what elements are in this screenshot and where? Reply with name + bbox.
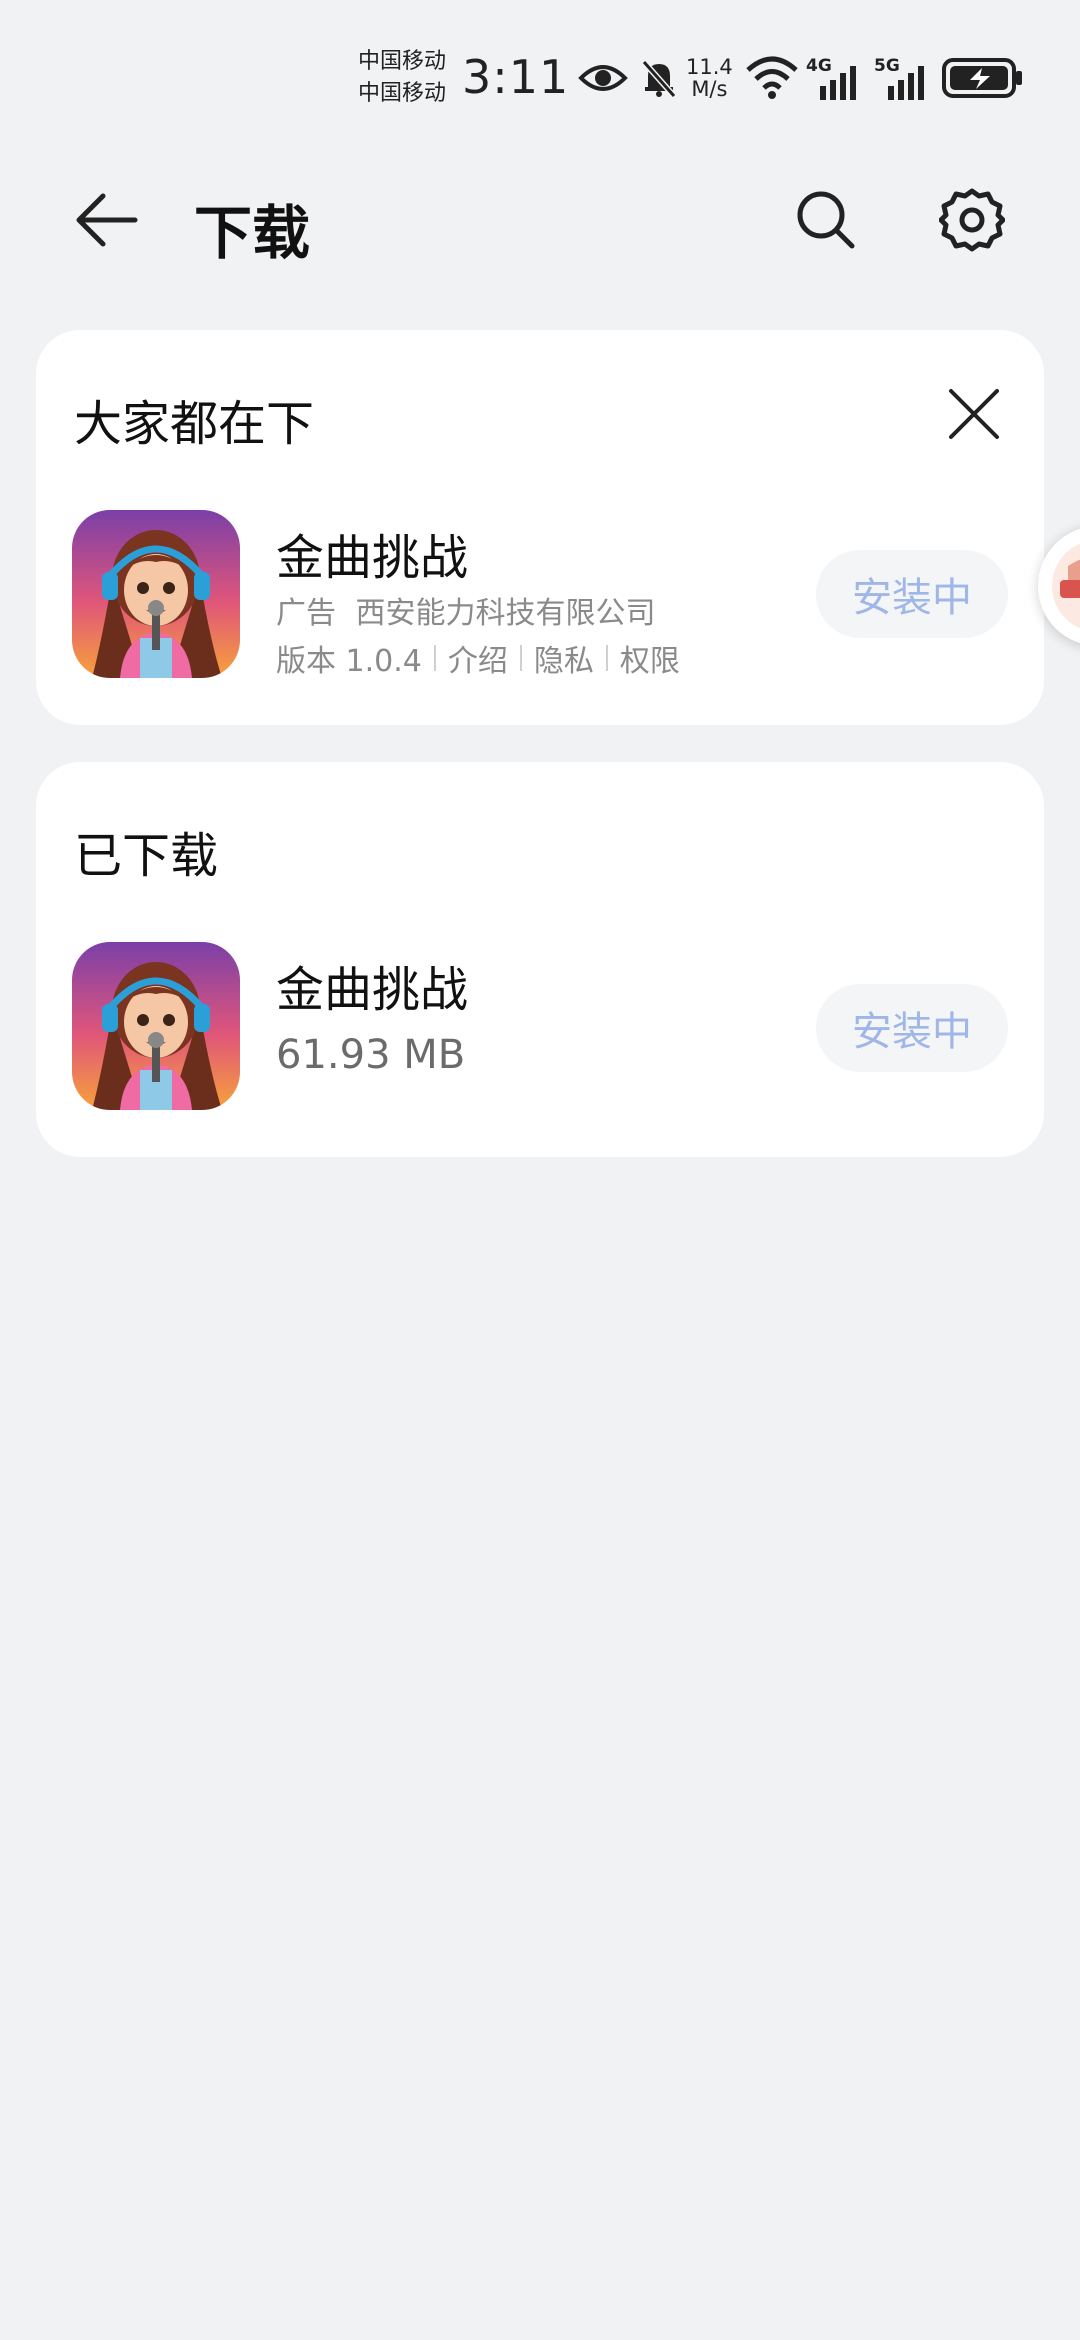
installing-button-downloaded[interactable]: 安装中 bbox=[816, 984, 1008, 1072]
battery-charging-icon bbox=[942, 58, 1022, 98]
wifi-icon bbox=[746, 56, 798, 99]
app-publisher-line: 广告 西安能力科技有限公司 bbox=[276, 588, 656, 632]
net-speed-unit: M/s bbox=[691, 77, 728, 101]
back-arrow-icon bbox=[76, 193, 138, 247]
developer-name: 西安能力科技有限公司 bbox=[355, 596, 656, 631]
recommended-card: 大家都在下 金曲挑战 广告 西安能力科技有限公司 版本 1.0.4 介绍 隐私 … bbox=[36, 330, 1044, 725]
version-label: 版本 1.0.4 bbox=[276, 644, 422, 679]
search-button[interactable] bbox=[786, 180, 866, 260]
app-name-recommended[interactable]: 金曲挑战 bbox=[276, 518, 468, 588]
clock: 3:11 bbox=[462, 50, 570, 104]
downloaded-card: 已下载 金曲挑战 61.93 MB 安装中 bbox=[36, 762, 1044, 1157]
close-recommended-button[interactable] bbox=[942, 382, 1006, 446]
app-icon-downloaded[interactable] bbox=[72, 942, 240, 1110]
close-icon bbox=[949, 389, 999, 439]
app-name-downloaded[interactable]: 金曲挑战 bbox=[276, 950, 468, 1020]
signal-bars-1 bbox=[820, 66, 856, 100]
eye-icon bbox=[578, 65, 628, 91]
downloaded-section-title: 已下载 bbox=[74, 828, 219, 884]
intro-link[interactable]: 介绍 bbox=[448, 636, 508, 680]
signal-5g-icon: 5G bbox=[874, 56, 932, 100]
search-icon bbox=[797, 191, 855, 249]
carrier-labels: 中国移动 中国移动 bbox=[358, 46, 446, 110]
settings-button[interactable] bbox=[932, 180, 1012, 260]
installing-button-recommended[interactable]: 安装中 bbox=[816, 550, 1008, 638]
signal-4g-icon: 4G bbox=[806, 56, 864, 100]
signal-bars-2 bbox=[888, 66, 924, 100]
app-icon-recommended[interactable] bbox=[72, 510, 240, 678]
privacy-link[interactable]: 隐私 bbox=[534, 636, 594, 680]
back-button[interactable] bbox=[66, 180, 146, 260]
net-speed: 11.4 M/s bbox=[686, 56, 733, 100]
carrier-1: 中国移动 bbox=[358, 49, 447, 74]
assistant-avatar-icon bbox=[1052, 543, 1080, 629]
divider bbox=[519, 645, 522, 671]
recommended-section-title: 大家都在下 bbox=[74, 396, 315, 452]
gear-icon bbox=[939, 188, 1005, 252]
floating-assistant-bubble[interactable] bbox=[1038, 526, 1080, 646]
divider bbox=[433, 645, 436, 671]
singing-girl-icon bbox=[72, 510, 240, 678]
permissions-link[interactable]: 权限 bbox=[620, 636, 680, 680]
page-title: 下载 bbox=[194, 199, 311, 267]
ad-label: 广告 bbox=[276, 596, 336, 631]
singing-girl-icon bbox=[72, 942, 240, 1110]
bell-muted-icon bbox=[641, 60, 677, 98]
app-size: 61.93 MB bbox=[276, 1032, 466, 1078]
app-info-links: 版本 1.0.4 介绍 隐私 权限 bbox=[276, 636, 680, 680]
divider bbox=[605, 645, 608, 671]
status-bar: 中国移动 中国移动 3:11 11.4 M/s 4G 5G bbox=[0, 0, 1080, 150]
carrier-2: 中国移动 bbox=[358, 81, 447, 106]
net-speed-value: 11.4 bbox=[686, 55, 733, 79]
